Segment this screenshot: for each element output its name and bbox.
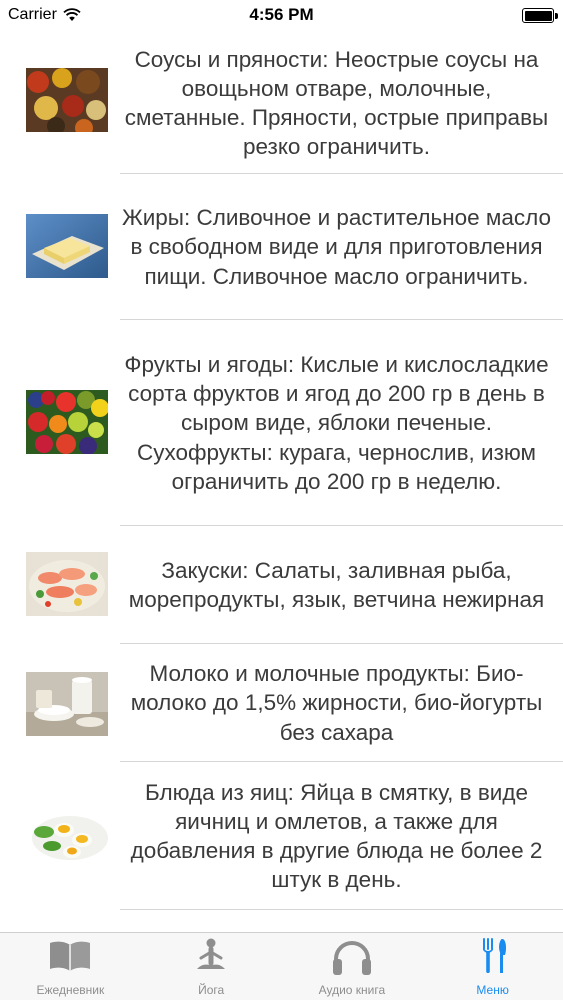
book-icon xyxy=(50,941,91,971)
tab-diary[interactable]: Ежедневник xyxy=(0,933,141,1000)
spices-image xyxy=(26,68,108,132)
tab-yoga[interactable]: Йога xyxy=(141,933,282,1000)
dairy-image xyxy=(26,672,108,736)
tab-bar: Ежедневник Йога Аудио книга Меню xyxy=(0,932,563,1000)
fork-knife-icon xyxy=(482,938,506,973)
tab-label: Меню xyxy=(476,983,509,997)
headphones-icon xyxy=(332,941,371,975)
list-item[interactable]: Соусы и пряности: Неострые соусы на овощ… xyxy=(0,32,563,174)
list-item[interactable]: Закуски: Салаты, заливная рыба, морепрод… xyxy=(0,526,563,644)
eggs-image xyxy=(26,802,108,866)
tab-audiobook[interactable]: Аудио книга xyxy=(282,933,423,1000)
list-item[interactable]: Фрукты и ягоды: Кислые и кислосладкие со… xyxy=(0,320,563,526)
battery-icon xyxy=(522,8,558,23)
fruits-image xyxy=(26,390,108,454)
list-item-text: Жиры: Сливочное и растительное масло в с… xyxy=(121,205,552,289)
yoga-icon xyxy=(197,938,226,969)
list-item[interactable]: Молоко и молочные продукты: Био-молоко д… xyxy=(0,644,563,762)
list-item-text: Блюда из яиц: Яйца в смятку, в виде яичн… xyxy=(130,779,543,893)
tab-label: Ежедневник xyxy=(36,983,105,997)
list-item-text: Соусы и пряности: Неострые соусы на овощ… xyxy=(124,46,549,160)
tab-label: Йога xyxy=(198,983,225,997)
menu-list[interactable]: Соусы и пряности: Неострые соусы на овощ… xyxy=(0,32,563,910)
list-item-text: Закуски: Салаты, заливная рыба, морепрод… xyxy=(128,557,545,612)
status-bar: Carrier 4:56 PM xyxy=(0,0,563,32)
list-item[interactable]: Блюда из яиц: Яйца в смятку, в виде яичн… xyxy=(0,762,563,910)
list-item-text: Молоко и молочные продукты: Био-молоко д… xyxy=(130,661,543,745)
status-time: 4:56 PM xyxy=(249,5,314,24)
appetizers-image xyxy=(26,552,108,616)
list-item[interactable]: Жиры: Сливочное и растительное масло в с… xyxy=(0,174,563,320)
butter-image xyxy=(26,214,108,278)
tab-label: Аудио книга xyxy=(318,983,386,997)
tab-menu[interactable]: Меню xyxy=(422,933,563,1000)
list-item-text: Фрукты и ягоды: Кислые и кислосладкие со… xyxy=(124,351,549,494)
